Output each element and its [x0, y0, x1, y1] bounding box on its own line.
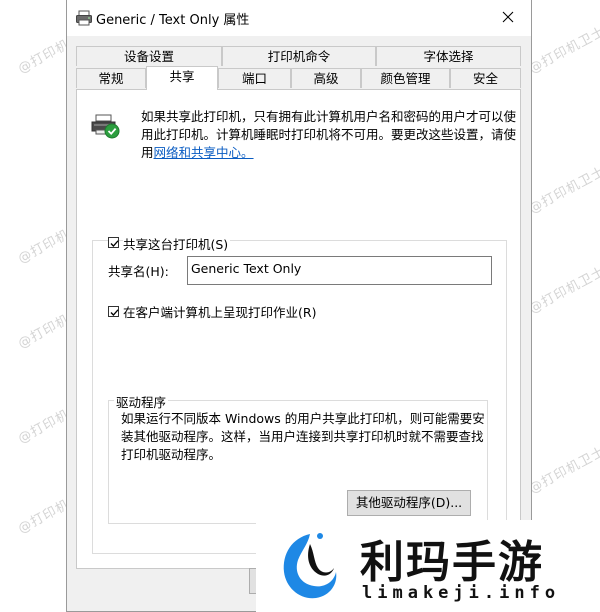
logo-title: 利玛手游 [360, 537, 544, 588]
render-jobs-checkbox[interactable] [108, 306, 119, 317]
share-printer-label: 共享这台打印机(S) [123, 234, 231, 253]
site-logo-overlay: 利玛手游 limakeji.info [256, 520, 600, 612]
watermark-text: @打印机卫士 [526, 264, 600, 317]
tab-ports[interactable]: 端口 [218, 68, 291, 88]
drivers-group-title: 驱动程序 [114, 392, 169, 411]
tab-color-management[interactable]: 颜色管理 [361, 68, 450, 88]
close-icon [502, 11, 514, 26]
swirl-logo-icon [278, 530, 342, 605]
tab-general[interactable]: 常规 [76, 68, 146, 88]
title-bar: Generic / Text Only 属性 [67, 0, 531, 36]
tab-printer-commands[interactable]: 打印机命令 [222, 46, 376, 66]
close-button[interactable] [485, 0, 531, 36]
tab-sharing[interactable]: 共享 [146, 66, 218, 90]
additional-drivers-button[interactable]: 其他驱动程序(D)... [347, 490, 471, 516]
sharing-tab-panel: 如果共享此打印机，只有拥有此计算机用户名和密码的用户才可以使用此打印机。计算机睡… [76, 89, 521, 569]
network-sharing-center-link[interactable]: 网络和共享中心。 [154, 145, 254, 160]
shared-printer-icon [91, 112, 123, 143]
share-name-input[interactable]: Generic Text Only [187, 256, 492, 285]
watermark-text: @打印机卫士 [526, 444, 600, 497]
tab-security[interactable]: 安全 [450, 68, 521, 88]
tab-device-settings[interactable]: 设备设置 [76, 46, 222, 66]
watermark-text: @打印机卫士 [526, 164, 600, 217]
share-printer-checkbox[interactable] [108, 237, 119, 248]
tab-font-selection[interactable]: 字体选择 [376, 46, 521, 66]
sharing-info-text: 如果共享此打印机，只有拥有此计算机用户名和密码的用户才可以使用此打印机。计算机睡… [141, 108, 516, 162]
tab-advanced[interactable]: 高级 [291, 68, 361, 88]
drivers-description: 如果运行不同版本 Windows 的用户共享此打印机，则可能需要安装其他驱动程序… [121, 411, 485, 462]
share-name-label: 共享名(H): [108, 264, 169, 279]
render-jobs-label: 在客户端计算机上呈现打印作业(R) [123, 305, 317, 320]
window-title: Generic / Text Only 属性 [96, 13, 250, 28]
watermark-text: @打印机卫士 [526, 24, 600, 77]
printer-icon [75, 9, 93, 27]
logo-subtitle: limakeji.info [362, 583, 561, 603]
